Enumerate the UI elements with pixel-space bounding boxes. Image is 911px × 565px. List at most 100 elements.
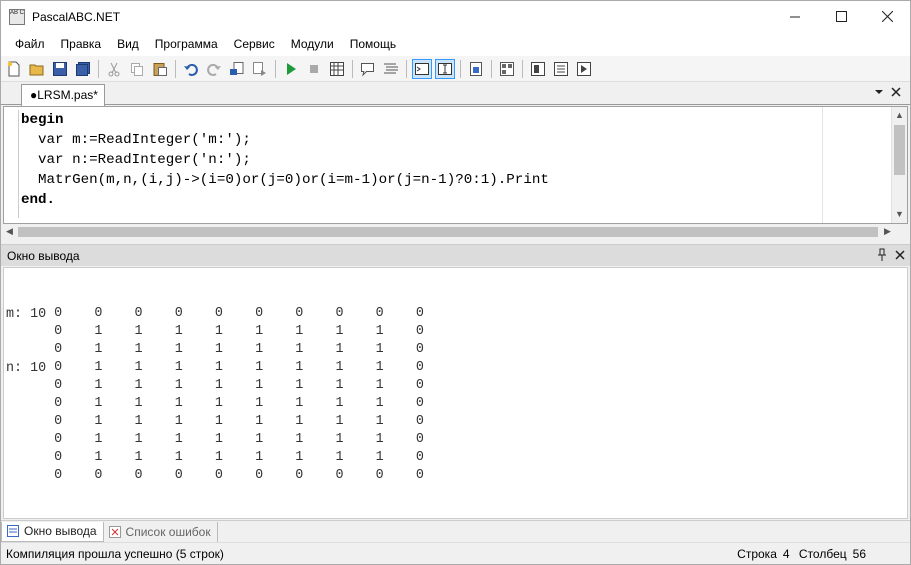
menu-modules[interactable]: Модули bbox=[283, 34, 342, 54]
pin-button[interactable] bbox=[877, 248, 887, 262]
copy-button[interactable] bbox=[127, 59, 147, 79]
tab-list-dropdown[interactable] bbox=[874, 85, 884, 99]
code-line: MatrGen(m,n,(i,j)->(i=0)or(j=0)or(i=m-1)… bbox=[21, 170, 549, 190]
row-label: Строка bbox=[737, 546, 777, 561]
matrix-cell: 0 bbox=[54, 378, 63, 393]
editor-vertical-scrollbar[interactable]: ▲ ▼ bbox=[891, 107, 907, 223]
toolbar-separator bbox=[98, 59, 99, 78]
step-over-button[interactable] bbox=[551, 59, 571, 79]
undo-icon bbox=[184, 63, 198, 76]
scroll-thumb[interactable] bbox=[894, 125, 905, 175]
menu-file[interactable]: Файл bbox=[7, 34, 53, 54]
matrix-cell: 1 bbox=[295, 324, 304, 339]
matrix-cell: 1 bbox=[255, 378, 264, 393]
tab-lrsm-pas[interactable]: ●LRSM.pas* bbox=[21, 84, 105, 106]
code-line: end. bbox=[21, 190, 549, 210]
matrix-cell: 0 bbox=[94, 468, 103, 483]
new-file-button[interactable] bbox=[4, 59, 24, 79]
maximize-icon bbox=[835, 11, 847, 22]
open-file-button[interactable] bbox=[27, 59, 47, 79]
find-button[interactable] bbox=[227, 59, 247, 79]
step-into-button[interactable] bbox=[528, 59, 548, 79]
matrix-cell: 1 bbox=[335, 414, 344, 429]
code-text[interactable]: begin var m:=ReadInteger('m:'); var n:=R… bbox=[21, 110, 549, 210]
format-button[interactable] bbox=[381, 59, 401, 79]
stop-button[interactable] bbox=[304, 59, 324, 79]
matrix-cell: 0 bbox=[54, 342, 63, 357]
code-line-1: begin bbox=[21, 112, 64, 128]
save-button[interactable] bbox=[50, 59, 70, 79]
comment-button[interactable] bbox=[358, 59, 378, 79]
scroll-right-arrow-icon[interactable]: ▶ bbox=[884, 226, 891, 237]
editor-horizontal-scrollbar[interactable]: ◀ ▶ bbox=[4, 224, 895, 240]
paste-button[interactable] bbox=[150, 59, 170, 79]
step-out-button[interactable] bbox=[574, 59, 594, 79]
close-tab-button[interactable] bbox=[891, 85, 901, 99]
menu-view[interactable]: Вид bbox=[109, 34, 147, 54]
scroll-left-arrow-icon[interactable]: ◀ bbox=[6, 226, 13, 237]
matrix-cell: 0 bbox=[214, 468, 223, 483]
menu-help[interactable]: Помощь bbox=[342, 34, 404, 54]
tab-error-list[interactable]: Список ошибок bbox=[104, 521, 218, 542]
app-logo-icon: AB C bbox=[9, 8, 25, 25]
output-window-toggle[interactable] bbox=[412, 58, 432, 79]
debug-icon bbox=[470, 61, 482, 76]
debug-button[interactable] bbox=[466, 59, 486, 79]
matrix-row: 0 0 0 0 0 0 0 0 0 0 bbox=[24, 468, 426, 486]
matrix-cell: 0 bbox=[415, 450, 424, 465]
cut-button[interactable] bbox=[104, 59, 124, 79]
matrix-cell: 1 bbox=[214, 450, 223, 465]
matrix-cell: 0 bbox=[415, 324, 424, 339]
output-panel-header: Окно вывода bbox=[1, 244, 910, 266]
scroll-down-arrow-icon[interactable]: ▼ bbox=[895, 209, 904, 219]
row-value: 4 bbox=[782, 546, 790, 561]
matrix-cell: 1 bbox=[214, 432, 223, 447]
error-list-icon bbox=[108, 525, 121, 538]
status-bar: Компиляция прошла успешно (5 строк) Стро… bbox=[1, 542, 910, 564]
minimize-icon bbox=[789, 16, 800, 18]
tab-output-window[interactable]: Окно вывода bbox=[1, 521, 104, 542]
undo-button[interactable] bbox=[181, 59, 201, 79]
matrix-cell: 1 bbox=[174, 450, 183, 465]
step-out-icon bbox=[577, 61, 591, 76]
replace-button[interactable] bbox=[250, 59, 270, 79]
matrix-cell: 0 bbox=[415, 396, 424, 411]
matrix-cell: 1 bbox=[295, 378, 304, 393]
menu-service[interactable]: Сервис bbox=[226, 34, 283, 54]
matrix-cell: 1 bbox=[335, 360, 344, 375]
compile-button[interactable] bbox=[327, 59, 347, 79]
redo-button[interactable] bbox=[204, 59, 224, 79]
matrix-cell: 0 bbox=[54, 360, 63, 375]
window-controls bbox=[772, 1, 910, 32]
close-panel-button[interactable] bbox=[895, 248, 905, 262]
matrix-cell: 1 bbox=[134, 378, 143, 393]
save-all-button[interactable] bbox=[73, 59, 93, 79]
menu-program[interactable]: Программа bbox=[147, 34, 226, 54]
minimize-button[interactable] bbox=[772, 1, 818, 32]
form-designer-button[interactable] bbox=[497, 59, 517, 79]
matrix-cell: 0 bbox=[415, 468, 424, 483]
input-window-toggle[interactable] bbox=[435, 58, 455, 79]
maximize-button[interactable] bbox=[818, 1, 864, 32]
matrix-cell: 1 bbox=[295, 342, 304, 357]
matrix-cell: 0 bbox=[174, 468, 183, 483]
format-icon bbox=[384, 63, 398, 73]
matrix-cell: 0 bbox=[415, 360, 424, 375]
window-title: PascalABC.NET bbox=[32, 9, 121, 24]
output-window[interactable]: m: 10 n: 10 0000000000011111111001111111… bbox=[3, 267, 908, 519]
menu-edit[interactable]: Правка bbox=[53, 34, 110, 54]
close-window-button[interactable] bbox=[864, 1, 910, 32]
scroll-up-arrow-icon[interactable]: ▲ bbox=[895, 110, 904, 120]
matrix-cell: 1 bbox=[134, 396, 143, 411]
toolbar-separator bbox=[352, 59, 353, 78]
run-button[interactable] bbox=[281, 59, 301, 79]
code-editor[interactable]: begin var m:=ReadInteger('m:'); var n:=R… bbox=[3, 106, 908, 240]
matrix-cell: 1 bbox=[255, 396, 264, 411]
matrix-cell: 1 bbox=[375, 360, 384, 375]
matrix-cell: 0 bbox=[415, 342, 424, 357]
replace-icon bbox=[253, 61, 266, 76]
close-icon bbox=[895, 250, 905, 260]
matrix-cell: 1 bbox=[255, 450, 264, 465]
scroll-thumb[interactable] bbox=[18, 227, 878, 237]
new-file-icon bbox=[7, 61, 20, 76]
